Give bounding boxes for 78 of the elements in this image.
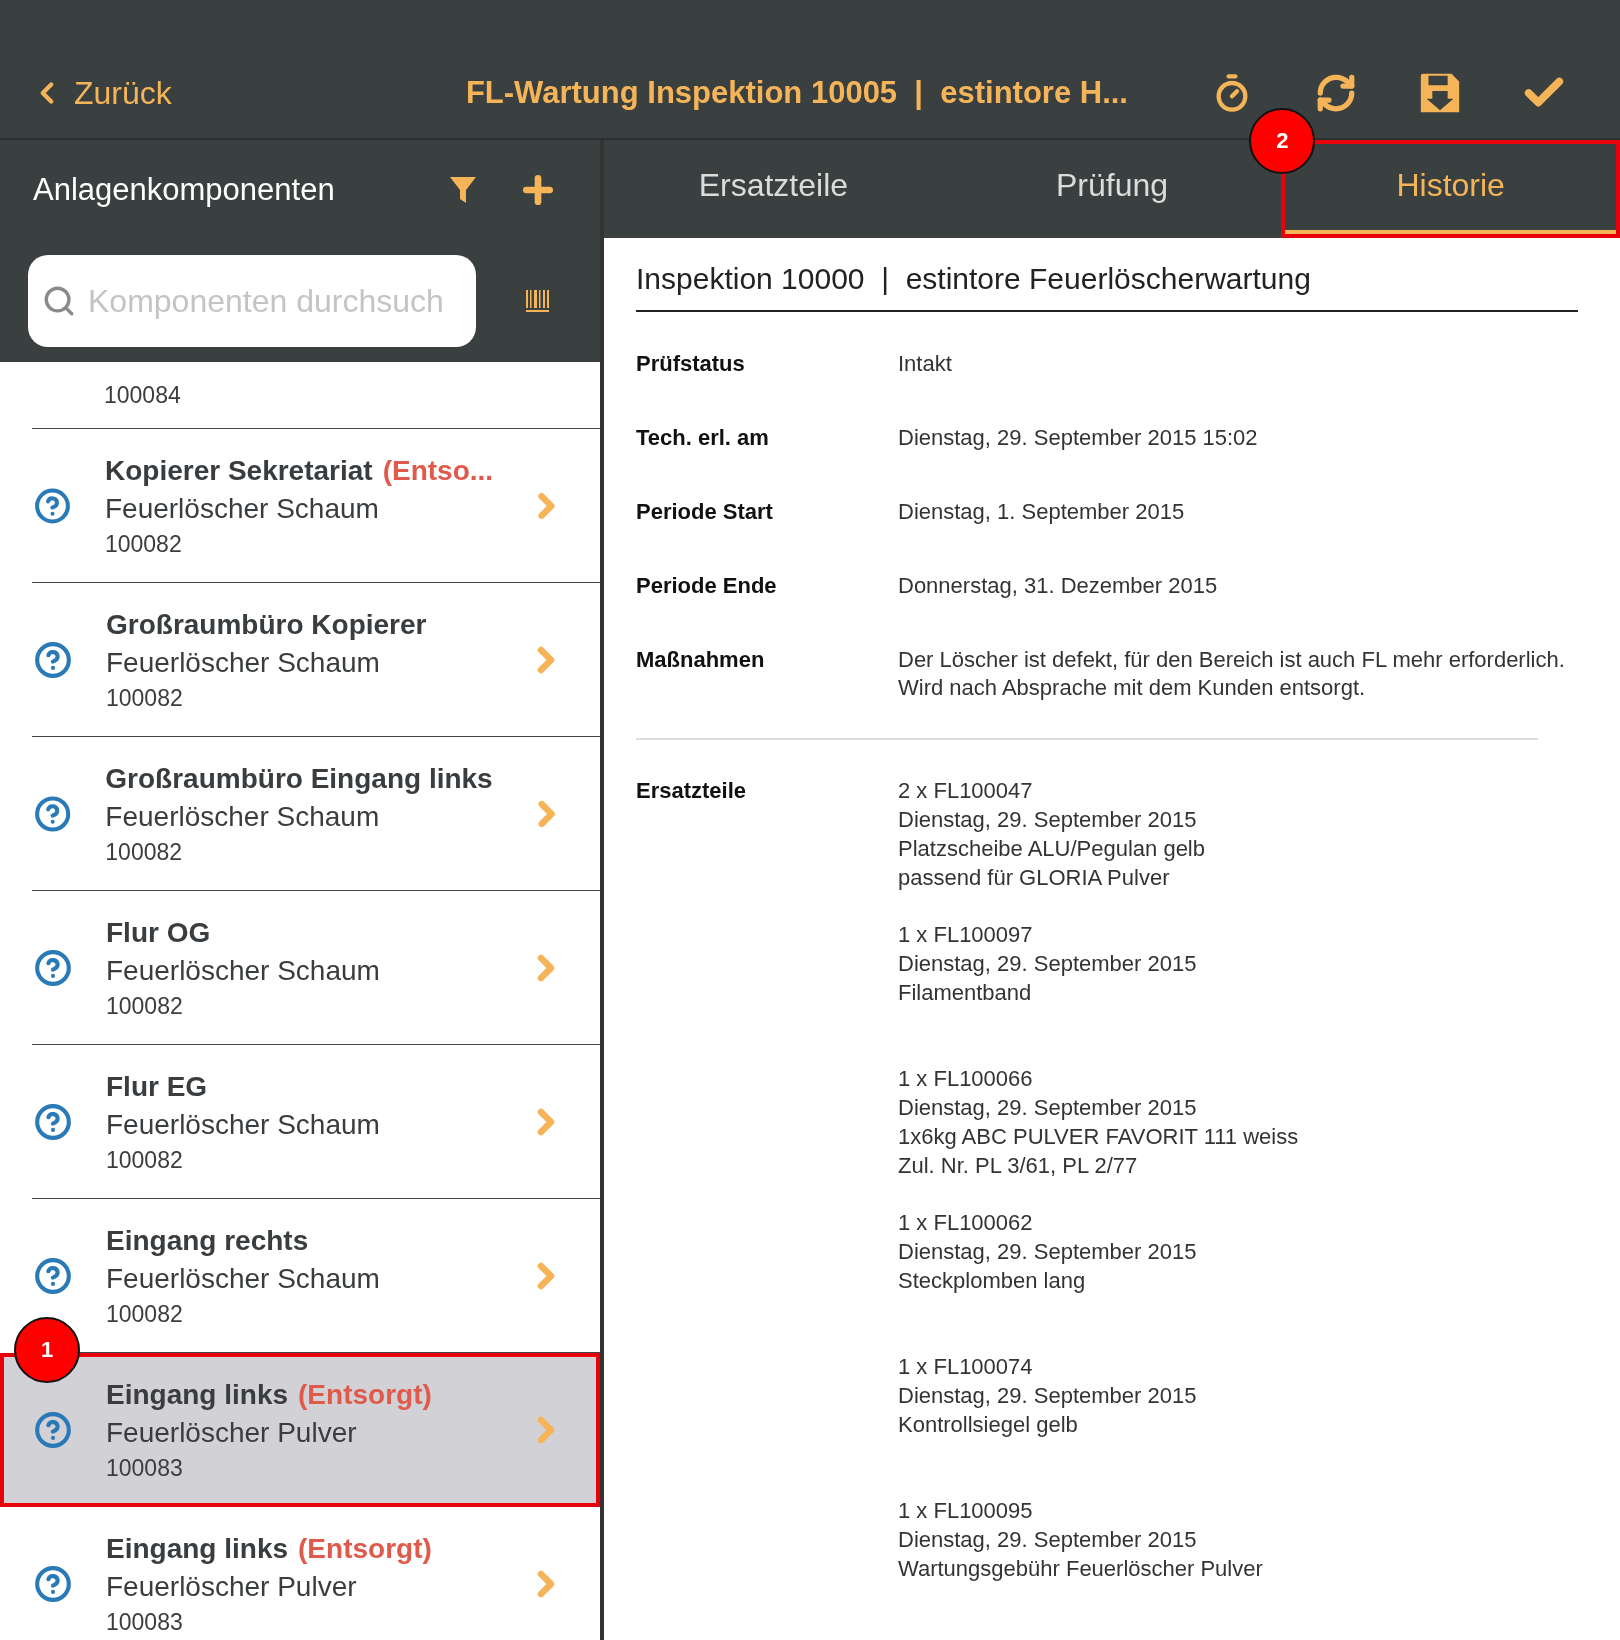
back-link[interactable]: Zurück [30,74,172,112]
field-label: Ersatzteile [636,777,748,805]
field-label: Periode Start [636,498,774,526]
spare-part-line: Steckplomben lang [898,1267,1087,1295]
component-title: Flur EG [106,1070,208,1103]
spare-part-line: 1x6kg ABC PULVER FAVORIT 111 weiss [898,1123,1300,1151]
help-icon [34,1257,72,1295]
spare-part-line: Dienstag, 29. September 2015 [898,950,1198,978]
spare-part-line: Dienstag, 29. September 2015 [898,1526,1198,1554]
field-value: Dienstag, 29. September 2015 15:02 [898,424,1259,452]
component-number: 100082 [106,1300,184,1328]
component-type: Feuerlöscher Schaum [105,800,381,833]
component-number: 100082 [106,1146,184,1174]
filter-icon [449,175,477,205]
sidebar-title: Anlagenkomponenten [33,172,336,208]
field-value: Intakt [898,350,953,378]
search-icon [42,284,76,318]
help-icon [34,641,72,679]
spare-part-line: 2 x FL100047 [898,777,1034,805]
barcode-icon [525,288,551,314]
spare-part-line: Dienstag, 29. September 2015 [898,1382,1198,1410]
help-icon [34,1103,72,1141]
refresh-icon [1315,72,1357,114]
component-type: Feuerlöscher Schaum [106,954,381,987]
help-icon [34,1565,72,1603]
help-icon [34,1411,72,1449]
component-number: 100082 [106,684,184,712]
component-number: 100082 [105,838,184,866]
component-title: Großraumbüro Kopierer [106,608,427,641]
component-number: 100083 [106,1608,184,1636]
tab[interactable]: Ersatzteile [604,140,943,238]
help-icon [34,949,72,987]
spare-part-line: Dienstag, 29. September 2015 [898,806,1198,834]
component-type: Feuerlöscher Schaum [106,1108,381,1141]
spare-part-line: 1 x FL100066 [898,1065,1034,1093]
component-title: Eingang links [106,1378,289,1411]
spare-part-line: 1 x FL100074 [898,1353,1034,1381]
field-value: Der Löscher ist defekt, für den Bereich ist auch FL mehr erforderlich. Wird nach Absprache mit dem Kunden entsorgt. [898,646,1566,702]
field-label: Prüfstatus [636,350,746,378]
spare-part-line: Zul. Nr. PL 3/61, PL 2/77 [898,1152,1139,1180]
field-label: Maßnahmen [636,646,766,674]
component-status: (Entsorgt) [298,1378,432,1411]
component-title: Eingang links [106,1532,289,1565]
field-value: Dienstag, 1. September 2015 [898,498,1186,526]
component-status: (Entsorgt) [298,1532,432,1565]
spare-part-line: 1 x FL100097 [898,921,1034,949]
spare-part-line: Filamentband [898,979,1033,1007]
search-field[interactable]: Komponenten durchsuch [28,255,476,347]
component-type: Feuerlöscher Schaum [106,1262,381,1295]
component-number: 100082 [106,992,184,1020]
component-number: 100082 [104,530,183,558]
spare-part-line: 1 x FL100062 [898,1209,1034,1237]
component-status: (Entso... [382,454,494,487]
spare-part-line: passend für GLORIA Pulver [898,864,1171,892]
spare-part-line: Dienstag, 29. September 2015 [898,1094,1198,1122]
callout-badge: 2 [1249,108,1316,174]
component-number: 100084 [104,382,182,409]
spare-part-line: Dienstag, 29. September 2015 [898,1238,1198,1266]
field-value: Donnerstag, 31. Dezember 2015 [898,572,1219,600]
help-icon [34,487,71,525]
component-title: Eingang rechts [106,1224,309,1257]
component-title: Kopierer Sekretariat [104,454,373,487]
spare-part-line: Platzscheibe ALU/Pegulan gelb [898,835,1206,863]
inspection-heading: Inspektion 10000 | estintore Feuerlöscherwartung [636,262,1578,312]
component-type: Feuerlöscher Pulver [106,1416,358,1449]
component-type: Feuerlöscher Pulver [106,1570,358,1603]
help-icon [34,795,72,833]
page-title: FL-Wartung Inspektion 10005 | estintore H... [464,75,1129,111]
field-label: Tech. erl. am [636,424,770,452]
component-type: Feuerlöscher Schaum [104,492,380,525]
field-label: Periode Ende [636,572,778,600]
spare-part-line: 1 x FL100095 [898,1497,1034,1525]
component-number: 100083 [106,1454,184,1482]
component-title: Flur OG [106,916,211,949]
component-type: Feuerlöscher Schaum [106,646,381,679]
component-title: Großraumbüro Eingang links [105,762,493,795]
spare-part-line: Wartungsgebühr Feuerlöscher Pulver [898,1555,1264,1583]
spare-part-line: Kontrollsiegel gelb [898,1411,1079,1439]
